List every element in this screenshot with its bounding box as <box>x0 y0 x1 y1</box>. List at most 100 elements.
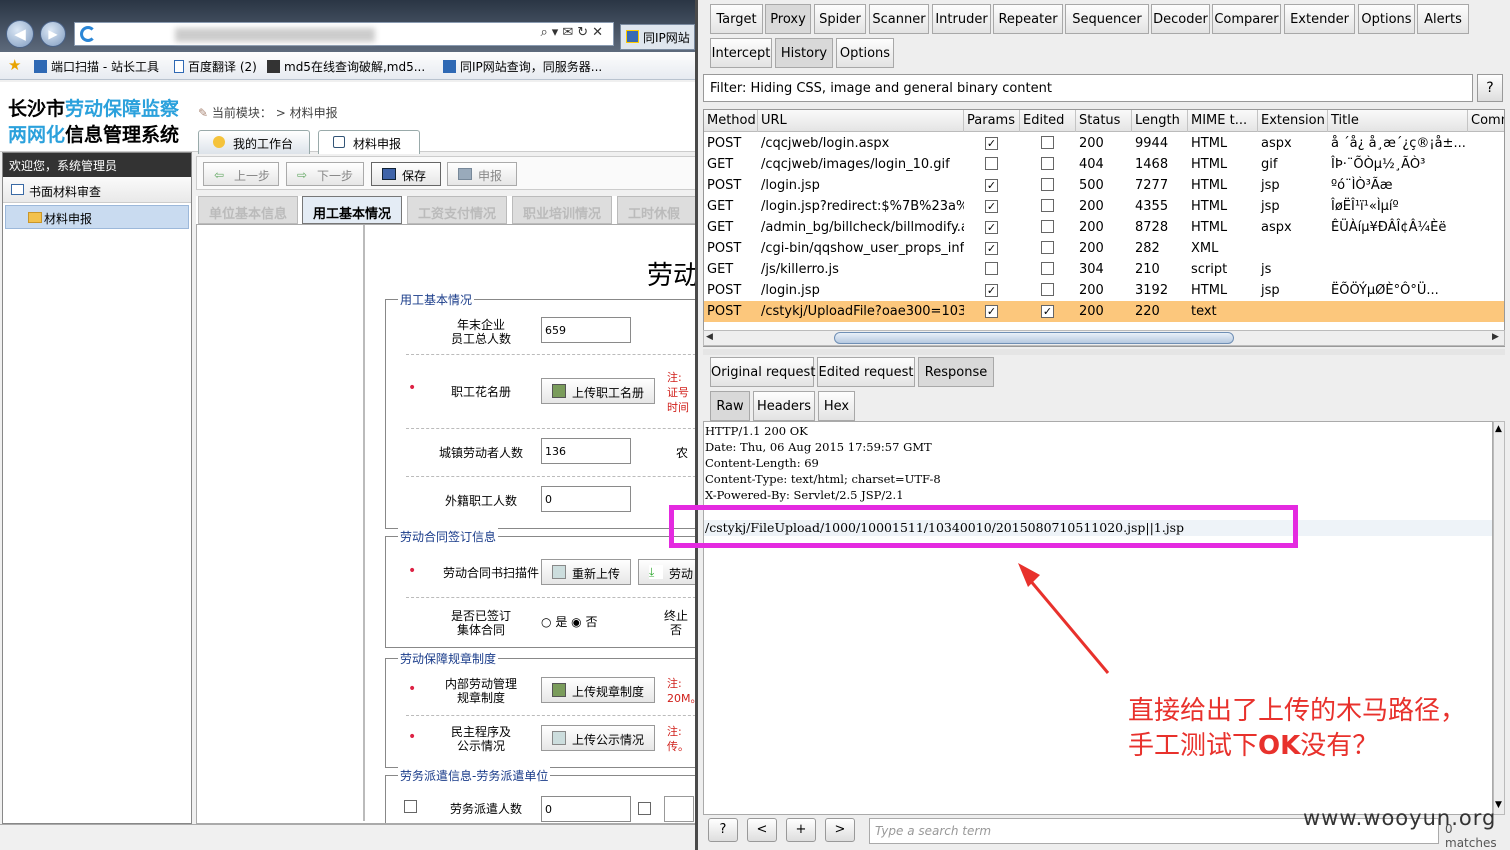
scroll-thumb[interactable] <box>834 332 1234 344</box>
scroll-left-icon[interactable]: ◀ <box>706 332 713 342</box>
search-options-button[interactable]: + <box>786 818 816 842</box>
cell-mime: HTML <box>1191 283 1228 298</box>
favorite-link[interactable]: 同IP网站查询，同服务器... <box>443 58 602 75</box>
favorite-link[interactable]: 端口扫描 - 站长工具 <box>34 58 159 75</box>
tab-original-request[interactable]: Original request <box>710 357 815 387</box>
vertical-scrollbar[interactable]: ▲ ▼ <box>1493 421 1505 815</box>
cell-status: 404 <box>1079 157 1104 172</box>
tab-material-report[interactable]: 材料申报 <box>318 130 420 154</box>
tab-comparer[interactable]: Comparer <box>1212 4 1281 34</box>
upload-disclosure-button[interactable]: 上传公示情况 <box>541 725 655 751</box>
cell-length: 282 <box>1135 241 1160 256</box>
tab-employment-info[interactable]: 用工基本情况 <box>302 196 402 224</box>
horizontal-scrollbar[interactable]: ◀ ▶ <box>703 330 1505 346</box>
tab-proxy[interactable]: Proxy <box>765 4 811 34</box>
tab-repeater[interactable]: Repeater <box>993 4 1063 34</box>
column-header-title[interactable]: Title <box>1328 110 1468 132</box>
column-header-length[interactable]: Length <box>1132 110 1188 132</box>
column-header-mime[interactable]: MIME t... <box>1188 110 1258 132</box>
tab-intruder[interactable]: Intruder <box>932 4 991 34</box>
table-row[interactable]: POST/cqcjweb/login.aspx ✓ 200 9944 HTML aspx å… <box>704 133 1504 154</box>
table-row[interactable]: POST/login.jsp ✓ 200 3192 HTML jsp ËÕÖÝµØÈ°Ô°Ü… <box>704 280 1504 301</box>
forward-icon[interactable]: ▶ <box>40 21 66 47</box>
dispatch-count-input[interactable]: 0 <box>541 796 631 822</box>
browser-tab[interactable]: 同IP网站 <box>620 24 695 50</box>
tab-raw[interactable]: Raw <box>710 391 750 421</box>
column-header-status[interactable]: Status <box>1076 110 1132 132</box>
tab-spider[interactable]: Spider <box>814 4 866 34</box>
column-header-method[interactable]: Method <box>704 110 758 132</box>
tab-hex[interactable]: Hex <box>818 391 855 421</box>
tab-response[interactable]: Response <box>918 357 994 387</box>
tab-headers[interactable]: Headers <box>753 391 815 421</box>
tab-working-hours[interactable]: 工时休假 <box>617 196 695 224</box>
tab-scanner[interactable]: Scanner <box>869 4 929 34</box>
table-row[interactable]: POST/cgi-bin/qqshow_user_props_info ✓ 200 2… <box>704 238 1504 259</box>
table-row[interactable]: GET/cqcjweb/images/login_10.gif 404 1468 HT… <box>704 154 1504 175</box>
favorite-link[interactable]: 百度翻译 (2) <box>174 58 257 75</box>
prev-step-button[interactable]: ⇦ 上一步 <box>203 162 279 186</box>
radio-no[interactable]: ◉ <box>571 615 581 629</box>
scroll-up-icon[interactable]: ▲ <box>1495 424 1502 434</box>
address-bar[interactable]: ⌕▾✉↻✕ <box>74 22 614 46</box>
sidebar-group-written-review[interactable]: 书面材料审查 <box>3 177 191 203</box>
dispatch-upload-button[interactable] <box>664 796 694 822</box>
favorites-bar: ★ 端口扫描 - 站长工具 百度翻译 (2) md5在线查询破解,md5... … <box>0 52 695 80</box>
tab-wage-payment[interactable]: 工资支付情况 <box>407 196 507 224</box>
column-header-comment[interactable]: Comm <box>1468 110 1504 132</box>
scroll-right-icon[interactable]: ▶ <box>1492 332 1499 342</box>
cell-params: ✓ <box>964 280 1020 301</box>
next-match-button[interactable]: > <box>825 818 855 842</box>
tab-alerts[interactable]: Alerts <box>1417 4 1469 34</box>
filter-help-button[interactable]: ? <box>1477 74 1503 102</box>
submit-button[interactable]: 申报 <box>447 162 517 186</box>
tab-proxy-options[interactable]: Options <box>836 38 894 68</box>
filter-bar[interactable]: Filter: Hiding CSS, image and general bi… <box>703 74 1473 102</box>
radio-yes[interactable]: ○ <box>541 615 551 629</box>
cell-ext: jsp <box>1261 283 1280 298</box>
favorite-link[interactable]: md5在线查询破解,md5... <box>267 58 425 75</box>
dispatch-checkbox-2[interactable] <box>638 802 651 815</box>
column-header-url[interactable]: URL <box>758 110 964 132</box>
tab-target[interactable]: Target <box>710 4 763 34</box>
urban-workers-input[interactable]: 136 <box>541 438 631 464</box>
floppy-icon <box>458 168 472 180</box>
favorites-star-icon[interactable]: ★ <box>8 56 21 74</box>
tab-edited-request[interactable]: Edited request <box>817 357 915 387</box>
column-header-extension[interactable]: Extension <box>1258 110 1328 132</box>
dispatch-checkbox[interactable] <box>404 800 417 813</box>
tab-intercept[interactable]: Intercept <box>710 38 772 68</box>
previous-match-button[interactable]: < <box>747 818 777 842</box>
table-row[interactable]: GET/admin_bg/billcheck/billmodify.a... ✓ 2… <box>704 217 1504 238</box>
tab-unit-info[interactable]: 单位基本信息 <box>198 196 298 224</box>
next-step-button[interactable]: ⇨ 下一步 <box>286 162 364 186</box>
address-tools-icons[interactable]: ⌕▾✉↻✕ <box>541 25 607 40</box>
table-row[interactable]: POST/cstykj/UploadFile?oae300=103... ✓ ✓ 20… <box>704 301 1504 322</box>
table-row[interactable]: POST/login.jsp ✓ 500 7277 HTML jsp ºó¨ÌÒ³Ãæ <box>704 175 1504 196</box>
column-header-params[interactable]: Params <box>964 110 1020 132</box>
annotation-line: 手工测试下OK没有？ <box>1128 729 1466 764</box>
save-button[interactable]: 保存 <box>371 162 441 186</box>
contract-upload-button[interactable]: ⤓ 劳动 <box>638 559 695 585</box>
sidebar-item-material-report[interactable]: 材料申报 <box>5 205 189 229</box>
table-row[interactable]: GET/login.jsp?redirect:$%7B%23a%... ✓ 200 4… <box>704 196 1504 217</box>
tab-options[interactable]: Options <box>1358 4 1415 34</box>
upload-roster-button[interactable]: 上传职工名册 <box>541 378 655 404</box>
reupload-contract-button[interactable]: 重新上传 <box>541 559 631 585</box>
tab-sequencer[interactable]: Sequencer <box>1065 4 1149 34</box>
back-icon[interactable]: ◀ <box>6 20 34 48</box>
favorite-label: 端口扫描 - 站长工具 <box>51 60 159 74</box>
tab-decoder[interactable]: Decoder <box>1151 4 1210 34</box>
table-row[interactable]: GET/js/killerro.js 304 210 script js <box>704 259 1504 280</box>
pane-splitter[interactable] <box>703 349 1505 355</box>
tab-my-workbench[interactable]: 我的工作台 <box>198 130 310 154</box>
tab-extender[interactable]: Extender <box>1284 4 1355 34</box>
tab-vocational-training[interactable]: 职业培训情况 <box>512 196 612 224</box>
total-staff-input[interactable]: 659 <box>541 317 631 343</box>
cell-ext: gif <box>1261 157 1278 172</box>
upload-rules-button[interactable]: 上传规章制度 <box>541 677 655 703</box>
tab-history[interactable]: History <box>775 38 833 68</box>
foreign-workers-input[interactable]: 0 <box>541 486 631 512</box>
help-button[interactable]: ? <box>708 818 738 842</box>
column-header-edited[interactable]: Edited <box>1020 110 1076 132</box>
